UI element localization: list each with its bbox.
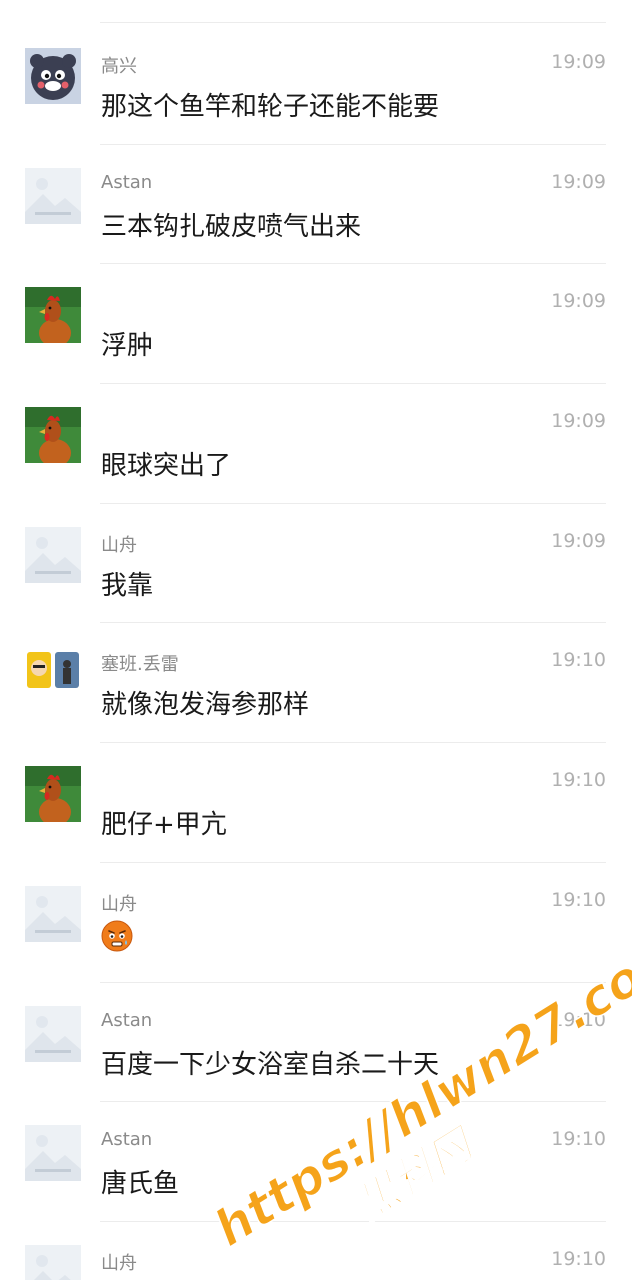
message-time: 19:09 bbox=[551, 410, 606, 433]
message-text[interactable]: 眼球突出了 bbox=[101, 445, 231, 482]
avatar-placeholder[interactable] bbox=[25, 167, 81, 224]
sender-name[interactable]: 山舟 bbox=[101, 531, 137, 557]
message-time: 19:10 bbox=[551, 769, 606, 792]
sender-name[interactable]: 塞班.丢雷 bbox=[101, 650, 179, 676]
message-item[interactable]: 山舟 19:09 我靠 bbox=[0, 504, 632, 624]
top-divider bbox=[100, 22, 606, 23]
avatar-chicken[interactable] bbox=[25, 766, 81, 823]
message-item[interactable]: Astan 19:09 三本钩扎破皮喷气出来 bbox=[0, 145, 632, 265]
avatar-placeholder[interactable] bbox=[25, 1244, 81, 1280]
message-text[interactable]: 我靠 bbox=[101, 565, 153, 602]
avatar-placeholder[interactable] bbox=[25, 526, 81, 583]
message-text[interactable]: 百度一下少女浴室自杀二十天 bbox=[101, 1044, 439, 1081]
sender-name[interactable]: Astan bbox=[101, 1010, 152, 1031]
message-item[interactable]: 19:09 浮肿 bbox=[0, 264, 632, 385]
message-item[interactable]: 高兴 19:09 那这个鱼竿和轮子还能不能要 bbox=[0, 25, 632, 145]
message-item[interactable]: 19:10 肥仔+甲亢 bbox=[0, 743, 632, 863]
message-text[interactable]: 就像泡发海参那样 bbox=[101, 684, 309, 721]
message-item[interactable]: 19:09 眼球突出了 bbox=[0, 384, 632, 504]
message-item[interactable]: 山舟 19:10 bbox=[0, 1222, 632, 1280]
message-item[interactable]: Astan 19:10 唐氏鱼 bbox=[0, 1102, 632, 1222]
sender-name[interactable]: 山舟 bbox=[101, 890, 137, 916]
message-time: 19:09 bbox=[551, 290, 606, 313]
sender-name[interactable]: Astan bbox=[101, 172, 152, 193]
message-text[interactable]: 唐氏鱼 bbox=[101, 1163, 179, 1200]
sender-name[interactable]: Astan bbox=[101, 1129, 152, 1150]
avatar-bear[interactable] bbox=[25, 48, 81, 104]
chat-message-list[interactable]: 高兴 19:09 那这个鱼竿和轮子还能不能要 Astan 19:09 三本钩扎破皮喷气出来… bbox=[0, 25, 632, 1280]
message-text[interactable]: 肥仔+甲亢 bbox=[101, 804, 227, 841]
avatar-placeholder[interactable] bbox=[25, 1005, 81, 1062]
message-time: 19:10 bbox=[551, 888, 606, 911]
sender-name[interactable]: 高兴 bbox=[101, 52, 137, 78]
message-text[interactable]: 那这个鱼竿和轮子还能不能要 bbox=[101, 86, 439, 123]
message-text[interactable]: 浮肿 bbox=[101, 325, 153, 362]
message-time: 19:10 bbox=[551, 1008, 606, 1031]
message-item[interactable]: Astan 19:10 百度一下少女浴室自杀二十天 bbox=[0, 983, 632, 1103]
sender-name[interactable]: 山舟 bbox=[101, 1249, 137, 1275]
message-time: 19:10 bbox=[551, 649, 606, 672]
message-item[interactable]: 山舟 19:10 bbox=[0, 863, 632, 983]
message-time: 19:09 bbox=[551, 529, 606, 552]
message-time: 19:10 bbox=[551, 1128, 606, 1151]
message-item[interactable]: 塞班.丢雷 19:10 就像泡发海参那样 bbox=[0, 623, 632, 744]
avatar-group-photo[interactable] bbox=[25, 646, 81, 703]
avatar-placeholder[interactable] bbox=[25, 1125, 81, 1182]
message-time: 19:09 bbox=[551, 170, 606, 193]
message-time: 19:09 bbox=[551, 51, 606, 73]
worried-face-emoji[interactable] bbox=[101, 920, 133, 952]
avatar-chicken[interactable] bbox=[25, 407, 81, 464]
avatar-placeholder[interactable] bbox=[25, 885, 81, 942]
message-time: 19:10 bbox=[551, 1247, 606, 1270]
avatar-chicken[interactable] bbox=[25, 287, 81, 344]
message-text[interactable]: 三本钩扎破皮喷气出来 bbox=[101, 206, 361, 243]
